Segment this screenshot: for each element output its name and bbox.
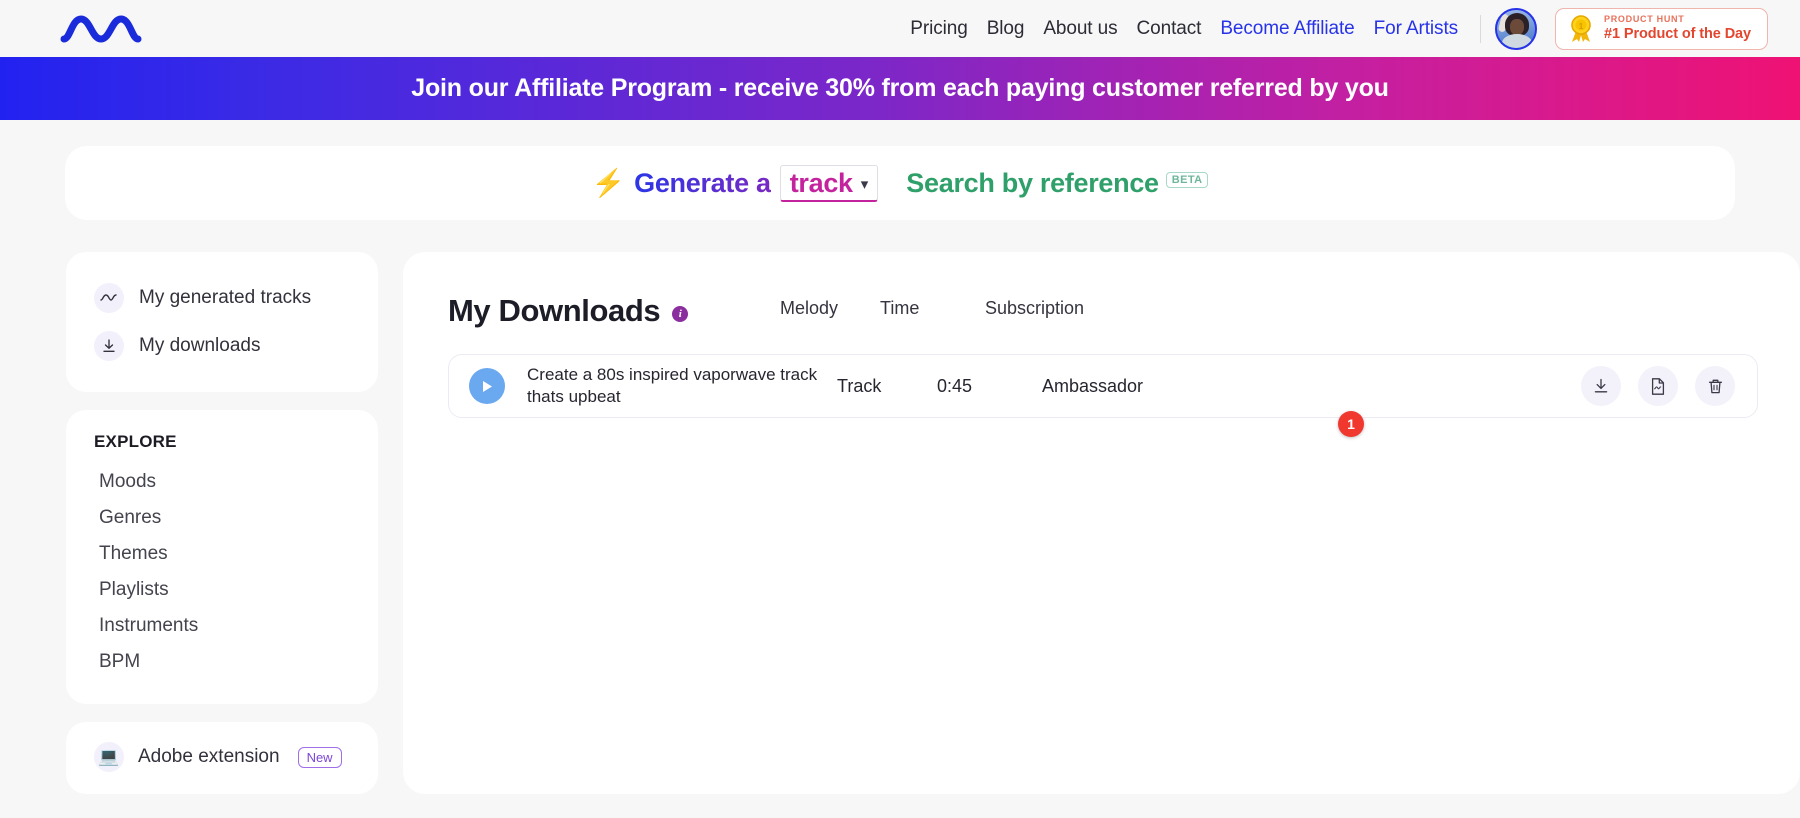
nav-divider (1480, 15, 1481, 43)
sidebar-item-themes[interactable]: Themes (66, 536, 378, 572)
nav-link-become-affiliate[interactable]: Become Affiliate (1220, 18, 1354, 40)
stems-button[interactable] (1638, 366, 1678, 406)
nav-link-for-artists[interactable]: For Artists (1374, 18, 1458, 40)
trash-icon (1706, 377, 1725, 396)
search-by-reference-label: Search by reference (906, 168, 1158, 199)
affiliate-banner-text: Join our Affiliate Program - receive 30%… (411, 74, 1388, 103)
waveform-icon (94, 283, 124, 313)
sidebar-item-label: My generated tracks (139, 287, 311, 309)
avatar-body (1502, 34, 1532, 50)
cell-time: 0:45 (937, 376, 1042, 397)
nav-link-about-us[interactable]: About us (1043, 18, 1117, 40)
laptop-icon: 💻 (94, 742, 124, 772)
sidebar-item-genres[interactable]: Genres (66, 500, 378, 536)
sidebar-explore-card: EXPLORE Moods Genres Themes Playlists In… (66, 410, 378, 704)
avatar-face (1510, 19, 1524, 35)
column-header-melody: Melody (780, 298, 880, 319)
nav-link-blog[interactable]: Blog (987, 18, 1025, 40)
avatar[interactable] (1495, 8, 1537, 50)
row-actions (1581, 366, 1735, 406)
sidebar-item-moods[interactable]: Moods (66, 464, 378, 500)
search-by-reference-group[interactable]: Search by reference BETA (906, 168, 1208, 199)
nav-link-pricing[interactable]: Pricing (910, 18, 967, 40)
sidebar-item-instruments[interactable]: Instruments (66, 608, 378, 644)
main-panel: My Downloads i Melody Time Subscription … (403, 252, 1800, 794)
top-navigation-bar: Pricing Blog About us Contact Become Aff… (0, 0, 1800, 57)
sidebar-item-bpm[interactable]: BPM (66, 644, 378, 680)
nav-links: Pricing Blog About us Contact Become Aff… (910, 18, 1458, 40)
generate-prefix-label: Generate a (634, 168, 771, 199)
main-header: My Downloads i Melody Time Subscription (448, 290, 1758, 332)
beta-badge: BETA (1166, 172, 1209, 188)
file-waveform-icon (1649, 377, 1667, 396)
nav-link-contact[interactable]: Contact (1137, 18, 1202, 40)
affiliate-banner[interactable]: Join our Affiliate Program - receive 30%… (0, 57, 1800, 120)
sidebar-library-card: My generated tracks My downloads (66, 252, 378, 392)
table-column-headers: Melody Time Subscription (780, 298, 1185, 319)
wave-logo-icon (60, 12, 160, 46)
column-header-time: Time (880, 298, 985, 319)
play-icon[interactable] (469, 368, 505, 404)
product-hunt-text: PRODUCT HUNT #1 Product of the Day (1604, 14, 1751, 43)
generate-type-value: track (790, 168, 853, 199)
svg-text:1: 1 (1579, 22, 1584, 31)
cell-subscription: Ambassador (1042, 376, 1242, 397)
info-icon[interactable]: i (672, 306, 688, 322)
medal-icon: 1 (1568, 15, 1594, 43)
download-icon (94, 331, 124, 361)
sidebar-adobe-card[interactable]: 💻 Adobe extension New (66, 722, 378, 794)
generate-bar-wrapper: ⚡ Generate a track ▾ Search by reference… (0, 120, 1800, 220)
page-body: My generated tracks My downloads EXPLORE… (0, 220, 1800, 794)
new-badge: New (298, 747, 342, 768)
product-hunt-kicker: PRODUCT HUNT (1604, 14, 1751, 25)
sidebar-item-label: My downloads (139, 335, 260, 357)
table-row[interactable]: Create a 80s inspired vaporwave track th… (448, 354, 1758, 418)
delete-button[interactable] (1695, 366, 1735, 406)
track-title: Create a 80s inspired vaporwave track th… (527, 364, 827, 408)
download-count-badge: 1 (1338, 411, 1364, 437)
chevron-down-icon: ▾ (861, 177, 869, 192)
lightning-bolt-icon: ⚡ (592, 170, 626, 197)
sidebar-item-playlists[interactable]: Playlists (66, 572, 378, 608)
product-hunt-title: #1 Product of the Day (1604, 25, 1751, 43)
download-icon (1592, 377, 1610, 395)
sidebar-item-my-downloads[interactable]: My downloads (66, 322, 378, 370)
brand-logo[interactable] (60, 9, 165, 49)
adobe-extension-label: Adobe extension (138, 746, 280, 768)
sidebar-item-adobe-extension[interactable]: 💻 Adobe extension New (66, 742, 378, 772)
product-hunt-badge[interactable]: 1 PRODUCT HUNT #1 Product of the Day (1555, 8, 1768, 50)
sidebar-item-my-generated-tracks[interactable]: My generated tracks (66, 274, 378, 322)
sidebar: My generated tracks My downloads EXPLORE… (66, 252, 378, 794)
download-button[interactable] (1581, 366, 1621, 406)
generate-prompt-group[interactable]: ⚡ Generate a track ▾ (592, 165, 879, 202)
explore-heading: EXPLORE (66, 432, 378, 464)
column-header-subscription: Subscription (985, 298, 1185, 319)
generate-bar: ⚡ Generate a track ▾ Search by reference… (65, 146, 1735, 220)
generate-type-select[interactable]: track ▾ (780, 165, 879, 202)
cell-melody: Track (837, 376, 937, 397)
page-title: My Downloads (448, 293, 660, 329)
